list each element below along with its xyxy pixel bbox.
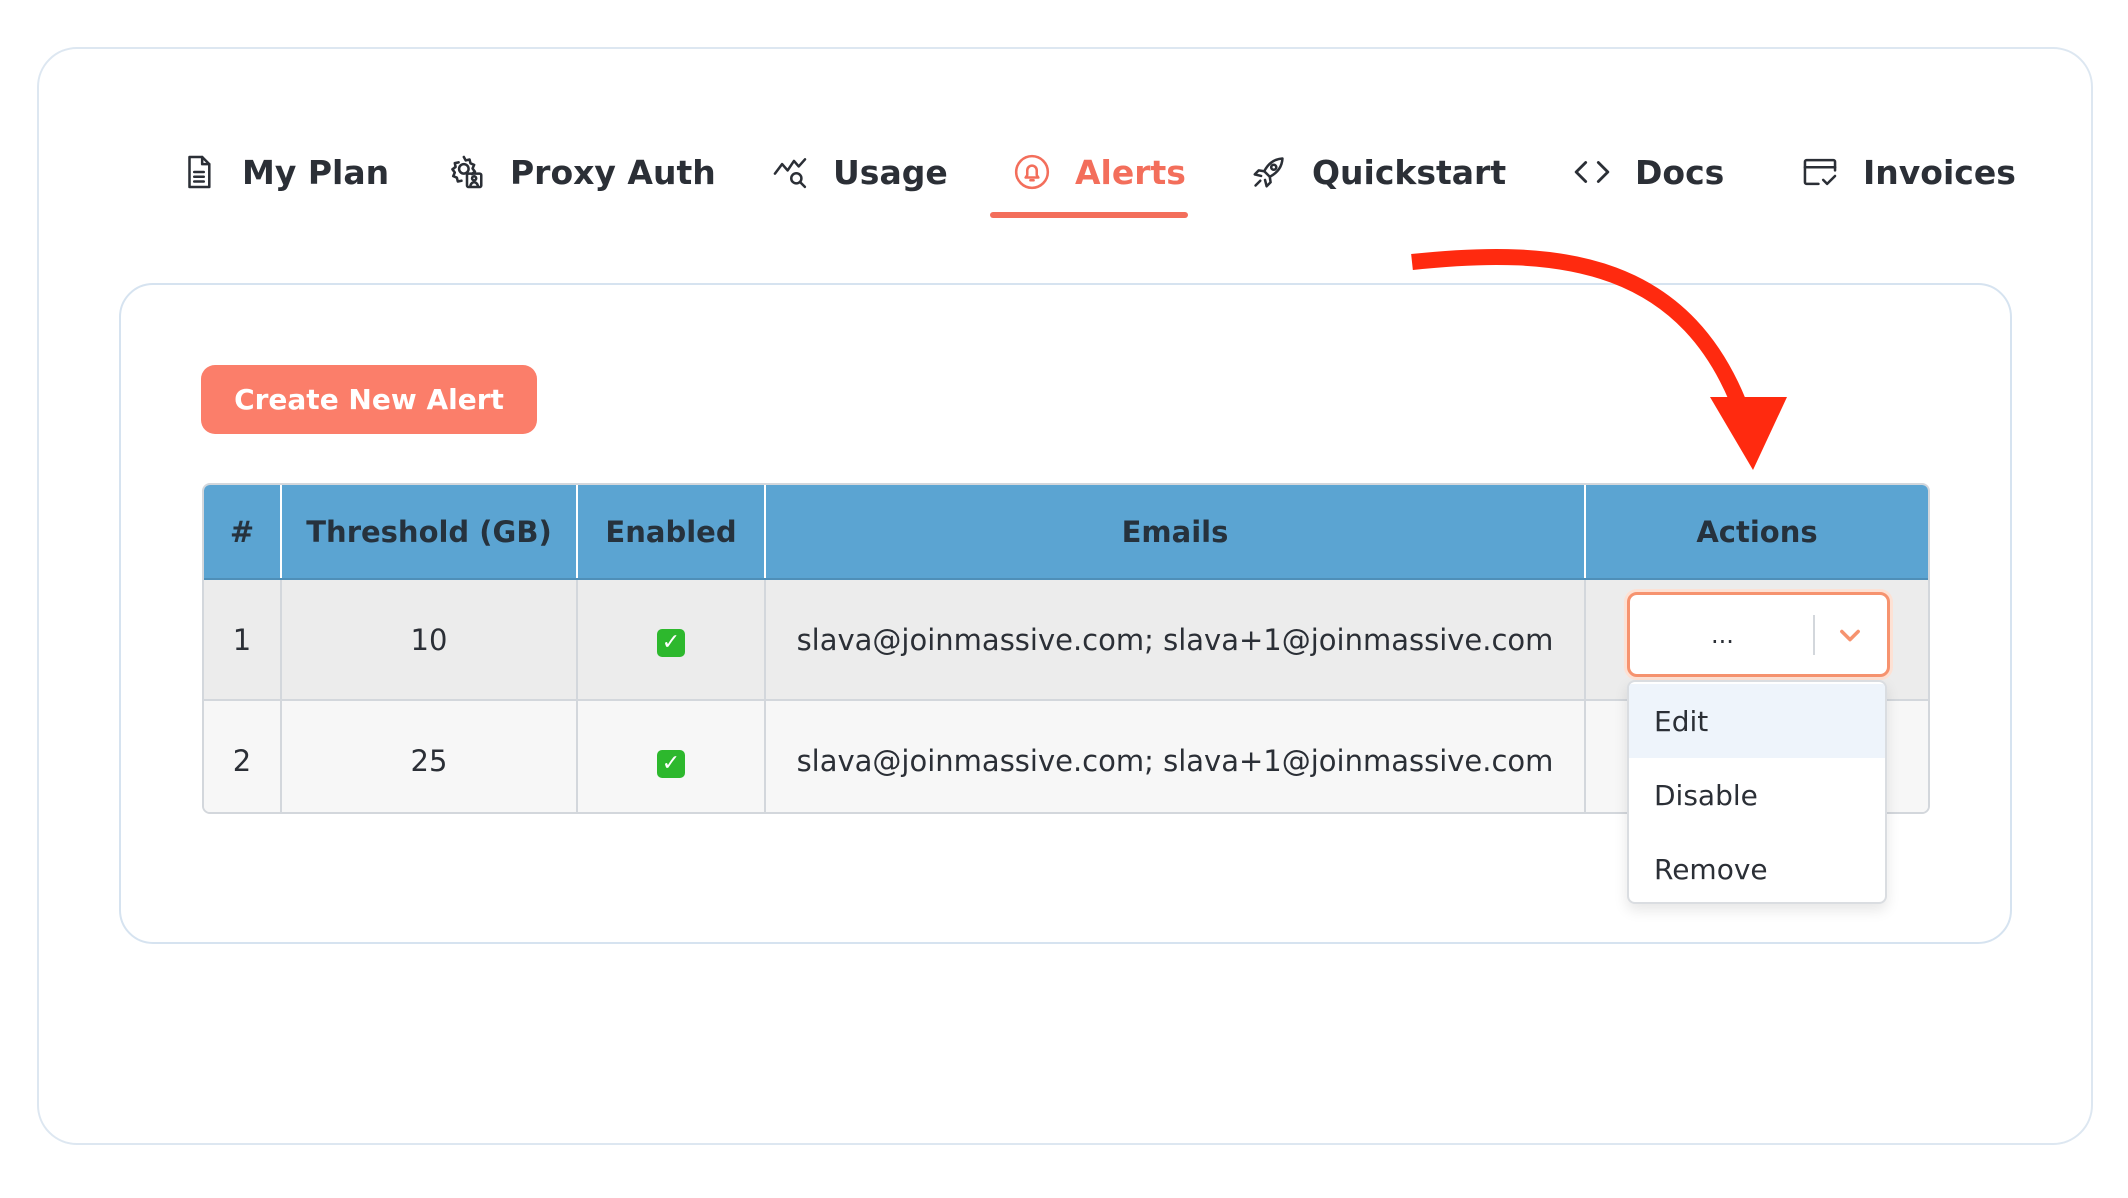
column-header-enabled: Enabled bbox=[577, 485, 766, 580]
column-header-actions: Actions bbox=[1585, 485, 1928, 580]
row-enabled: ✓ bbox=[577, 700, 766, 812]
tab-label: Invoices bbox=[1863, 152, 2016, 192]
column-header-number: # bbox=[204, 485, 282, 580]
tab-label: Quickstart bbox=[1312, 152, 1507, 192]
create-new-alert-button[interactable]: Create New Alert bbox=[201, 365, 537, 434]
tab-bar: My Plan Proxy Auth Usage Alerts Quicksta… bbox=[0, 0, 2128, 230]
tab-quickstart[interactable]: Quickstart bbox=[1250, 138, 1506, 206]
tab-docs[interactable]: Docs bbox=[1573, 138, 1724, 206]
actions-select[interactable]: ... bbox=[1627, 592, 1890, 677]
tab-label: Docs bbox=[1635, 152, 1725, 192]
menu-item-edit[interactable]: Edit bbox=[1629, 684, 1885, 758]
tab-usage[interactable]: Usage bbox=[771, 138, 948, 206]
bell-icon bbox=[1013, 153, 1051, 191]
code-icon bbox=[1573, 153, 1611, 191]
tab-label: Usage bbox=[833, 152, 948, 192]
tab-my-plan[interactable]: My Plan bbox=[180, 138, 389, 206]
row-number: 1 bbox=[204, 579, 282, 701]
row-enabled: ✓ bbox=[577, 579, 766, 701]
tab-proxy-auth[interactable]: Proxy Auth bbox=[448, 138, 716, 206]
check-icon: ✓ bbox=[657, 629, 685, 657]
chart-search-icon bbox=[771, 153, 809, 191]
tab-invoices[interactable]: Invoices bbox=[1801, 138, 2016, 206]
actions-select-value: ... bbox=[1711, 620, 1734, 649]
tab-alerts[interactable]: Alerts bbox=[1013, 138, 1186, 206]
column-header-emails: Emails bbox=[765, 485, 1586, 580]
tab-label: Proxy Auth bbox=[510, 152, 716, 192]
tab-label: Alerts bbox=[1075, 152, 1186, 192]
menu-item-disable[interactable]: Disable bbox=[1629, 758, 1885, 832]
actions-dropdown-menu: Edit Disable Remove bbox=[1627, 680, 1887, 904]
document-icon bbox=[180, 153, 218, 191]
invoice-icon bbox=[1801, 153, 1839, 191]
column-header-threshold: Threshold (GB) bbox=[281, 485, 578, 580]
gear-user-icon bbox=[448, 153, 486, 191]
active-tab-indicator bbox=[990, 212, 1188, 218]
row-emails: slava@joinmassive.com; slava+1@joinmassi… bbox=[765, 579, 1586, 701]
select-separator bbox=[1813, 615, 1815, 655]
row-threshold: 25 bbox=[281, 700, 578, 812]
tab-label: My Plan bbox=[242, 152, 390, 192]
row-number: 2 bbox=[204, 700, 282, 812]
row-threshold: 10 bbox=[281, 579, 578, 701]
table-header-row: # Threshold (GB) Enabled Emails Actions bbox=[204, 485, 1928, 580]
check-icon: ✓ bbox=[657, 750, 685, 778]
menu-item-remove[interactable]: Remove bbox=[1629, 832, 1885, 902]
row-emails: slava@joinmassive.com; slava+1@joinmassi… bbox=[765, 700, 1586, 812]
chevron-down-icon[interactable] bbox=[1828, 613, 1872, 657]
rocket-icon bbox=[1250, 153, 1288, 191]
